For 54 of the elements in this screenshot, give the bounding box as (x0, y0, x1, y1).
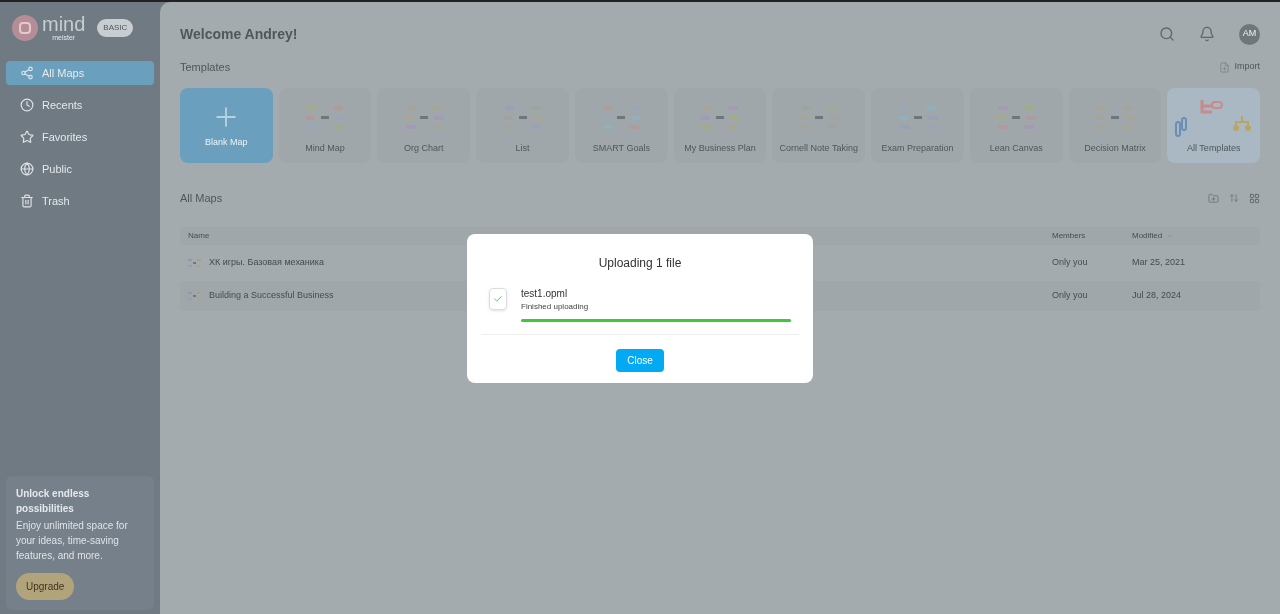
template-card[interactable]: Exam Preparation (871, 88, 964, 163)
template-card[interactable]: List (476, 88, 569, 163)
star-icon (20, 130, 34, 144)
map-name: Building a Successful Business (209, 289, 334, 303)
template-card[interactable]: SMART Goals (574, 88, 668, 163)
sidebar-item[interactable]: Public (6, 157, 154, 181)
trash-icon (20, 194, 34, 208)
map-icon (188, 258, 201, 268)
section-title: Templates (180, 59, 231, 75)
plan-badge: BASIC (97, 18, 134, 37)
file-icon (489, 288, 507, 310)
column-header: Modified (1132, 230, 1163, 242)
clock-icon (20, 98, 34, 112)
welcome-title: Welcome Andrey! (180, 24, 298, 44)
promo-text: Enjoy unlimited space for your ideas, time-saving features, and more. (16, 519, 129, 563)
column-header: Members (1052, 230, 1087, 242)
import-icon (1219, 61, 1231, 73)
sidebar-item[interactable]: Trash (6, 189, 154, 213)
search-icon[interactable] (1159, 26, 1175, 42)
avatar[interactable]: AM (1239, 23, 1260, 45)
import-button[interactable]: Import (1219, 60, 1260, 74)
template-card[interactable]: Blank Map (180, 88, 273, 163)
template-card[interactable]: Decision Matrix (1068, 88, 1162, 163)
column-header: Name (188, 230, 211, 242)
map-icon (188, 291, 201, 301)
upload-status: Finished uploading (521, 301, 590, 313)
template-card[interactable]: Cornell Note Taking (772, 88, 866, 163)
promo-title: Unlock endless possibilities (16, 487, 91, 516)
template-card[interactable]: All Templates (1167, 88, 1261, 163)
new-folder-icon[interactable] (1208, 192, 1219, 204)
file-name: test1.opml (521, 287, 569, 301)
map-name: ХК игры. Базовая механика (209, 256, 324, 270)
dialog-title: Uploading 1 file (598, 255, 682, 272)
template-card[interactable]: Mind Map (278, 88, 372, 163)
sidebar-item[interactable]: All Maps (6, 61, 154, 85)
table-cell-text: Only you (1052, 289, 1089, 303)
network-icon (20, 66, 34, 80)
table-cell-text: Mar 25, 2021 (1132, 256, 1187, 270)
template-card[interactable]: Org Chart (377, 88, 471, 163)
close-button[interactable]: Close (616, 349, 664, 372)
sidebar-item[interactable]: Favorites (6, 125, 154, 149)
template-card[interactable]: Lean Canvas (969, 88, 1063, 163)
section-title: All Maps (180, 190, 223, 206)
notifications-icon[interactable] (1199, 26, 1215, 42)
sidebar-item[interactable]: Recents (6, 93, 154, 117)
template-card[interactable]: My Business Plan (673, 88, 767, 163)
table-cell-text: Jul 28, 2024 (1132, 289, 1183, 303)
globe-icon (20, 162, 34, 176)
brand-name: mind (42, 14, 86, 34)
grid-view-icon[interactable] (1249, 192, 1260, 204)
upgrade-button[interactable]: Upgrade (16, 573, 75, 600)
table-cell-text: Only you (1052, 256, 1089, 270)
logo-icon (12, 14, 38, 41)
sort-icon[interactable] (1229, 193, 1239, 203)
